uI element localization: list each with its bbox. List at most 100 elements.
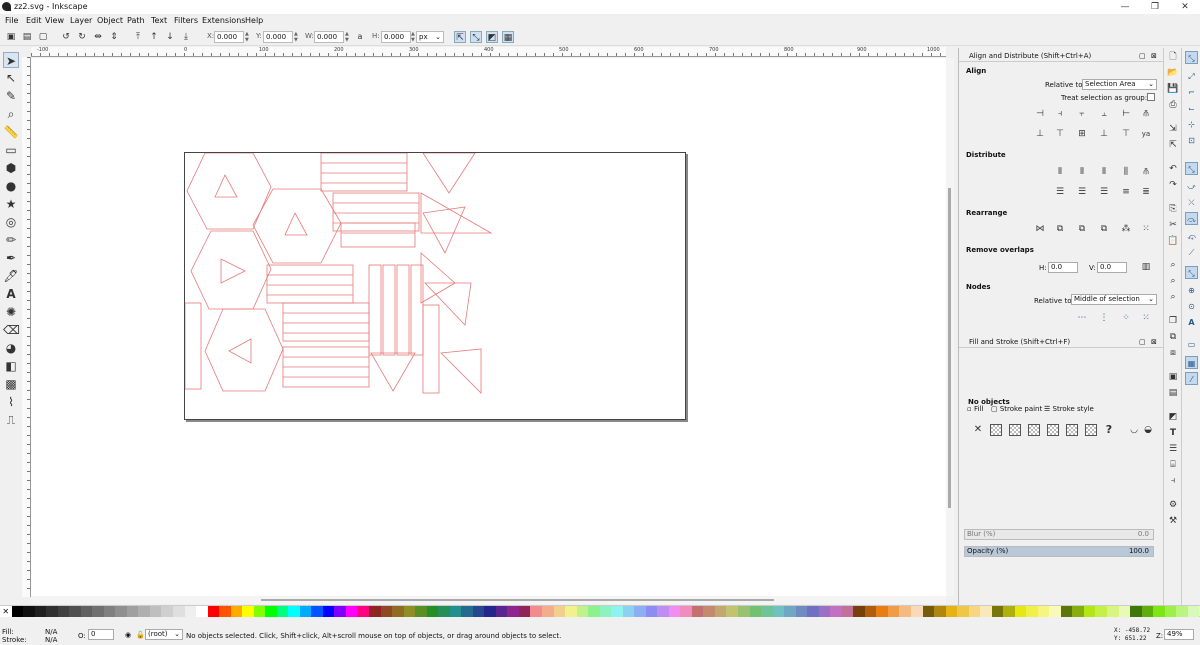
color-swatch[interactable] <box>726 606 738 617</box>
exchange-clockwise-icon[interactable]: ⧉ <box>1097 223 1111 235</box>
print-icon[interactable]: ⎙ <box>1167 99 1179 111</box>
color-swatch[interactable] <box>599 606 612 617</box>
color-swatch[interactable] <box>818 606 831 617</box>
color-swatch[interactable] <box>807 606 819 617</box>
color-swatch[interactable] <box>1153 606 1165 617</box>
remove-overlaps-icon[interactable]: ▥ <box>1139 261 1153 273</box>
flat-color-icon[interactable] <box>990 424 1002 436</box>
menu-object[interactable]: Object <box>97 16 123 25</box>
snap-bbox-corners-icon[interactable]: ⌙ <box>1185 102 1198 115</box>
color-swatch[interactable] <box>115 606 127 617</box>
snap-smooth-nodes-icon[interactable]: ⤽ <box>1185 230 1198 243</box>
move-patterns-toggle-icon[interactable]: ▦ <box>502 31 514 43</box>
distribute-centers-v-icon[interactable]: ☰ <box>1075 186 1089 198</box>
scroll-thumb[interactable] <box>948 188 951 508</box>
fill-rule-evenodd-icon[interactable]: ◡ <box>1127 424 1141 436</box>
color-swatch[interactable] <box>991 606 1004 617</box>
distribute-gaps-h-icon[interactable]: ⫼ <box>1119 166 1133 178</box>
color-swatch[interactable] <box>922 606 935 617</box>
ungroup-icon[interactable]: ▤ <box>1167 387 1179 399</box>
tab-fill[interactable]: ▫ Fill <box>967 405 983 413</box>
distribute-centers-h-icon[interactable]: ⫴ <box>1075 166 1089 178</box>
redo-icon[interactable]: ↷ <box>1167 179 1179 191</box>
color-swatch[interactable] <box>980 606 992 617</box>
dropper-tool-icon[interactable]: ⌇ <box>3 394 19 410</box>
exchange-positions-icon[interactable]: ⧉ <box>1053 223 1067 235</box>
snap-cusp-nodes-icon[interactable]: ⤼ <box>1185 212 1198 225</box>
zoom-input[interactable]: 49% <box>1164 629 1194 640</box>
color-swatch[interactable] <box>1130 606 1142 617</box>
color-swatch[interactable] <box>357 606 369 617</box>
color-swatch[interactable] <box>172 606 185 617</box>
import-icon[interactable]: ⇲ <box>1167 123 1179 135</box>
node-tool-icon[interactable]: ↖ <box>3 70 19 86</box>
y-input[interactable]: 0.000 <box>263 31 293 43</box>
distribute-nodes-v-icon[interactable]: ⁙ <box>1139 312 1153 324</box>
color-swatch[interactable] <box>69 606 81 617</box>
menu-text[interactable]: Text <box>151 16 167 25</box>
3d-box-tool-icon[interactable]: ⬢ <box>3 160 19 176</box>
color-swatch[interactable] <box>634 606 646 617</box>
lower-icon[interactable]: ↓ <box>164 31 176 43</box>
snap-grids-icon[interactable]: ▦ <box>1185 356 1198 369</box>
tweak-tool-icon[interactable]: ✎ <box>3 88 19 104</box>
color-swatch[interactable] <box>1107 606 1119 617</box>
y-spinner[interactable]: ▲ ▼ <box>294 31 299 43</box>
color-swatch[interactable] <box>1060 606 1073 617</box>
color-swatch[interactable] <box>495 606 508 617</box>
nodes-relative-select[interactable]: Middle of selection ⌄ <box>1071 294 1157 305</box>
measure-tool-icon[interactable]: 📏 <box>3 124 19 140</box>
lower-to-bottom-icon[interactable]: ⤓ <box>180 31 192 43</box>
menu-view[interactable]: View <box>45 16 64 25</box>
radial-gradient-icon[interactable] <box>1028 424 1040 436</box>
color-swatch[interactable] <box>207 606 220 617</box>
scale-corners-toggle-icon[interactable]: ⤡ <box>470 31 482 43</box>
color-swatch[interactable] <box>934 606 946 617</box>
text-dialog-icon[interactable]: T <box>1167 427 1179 439</box>
pen-tool-icon[interactable]: ✒ <box>3 250 19 266</box>
group-icon[interactable]: ▣ <box>1167 371 1179 383</box>
calligraphy-tool-icon[interactable]: 🖋 <box>3 268 19 284</box>
color-swatch[interactable] <box>830 606 842 617</box>
export-icon[interactable]: ⇱ <box>1167 139 1179 151</box>
save-document-icon[interactable]: 💾 <box>1167 83 1179 95</box>
color-swatch[interactable] <box>1141 606 1154 617</box>
color-swatch[interactable] <box>230 606 243 617</box>
color-swatch[interactable] <box>622 606 635 617</box>
menu-path[interactable]: Path <box>127 16 145 25</box>
align-right-to-left-icon[interactable]: ⊣ <box>1033 108 1047 120</box>
rectangle-tool-icon[interactable]: ▭ <box>3 142 19 158</box>
align-text-baseline-icon[interactable]: ya <box>1139 128 1153 140</box>
gradient-tool-icon[interactable]: ◧ <box>3 358 19 374</box>
color-swatch[interactable] <box>761 606 773 617</box>
paste-icon[interactable]: 📋 <box>1167 235 1179 247</box>
zoom-tool-icon[interactable]: ⌕ <box>3 106 19 122</box>
color-swatch[interactable] <box>1072 606 1084 617</box>
color-swatch[interactable] <box>657 606 669 617</box>
align-top-to-bottom-icon[interactable]: ⊤ <box>1119 128 1133 140</box>
color-swatch[interactable] <box>472 606 485 617</box>
snap-bbox-centers-icon[interactable]: ⊡ <box>1185 134 1198 147</box>
fill-stroke-dialog-icon[interactable]: ◩ <box>1167 411 1179 423</box>
color-swatch[interactable] <box>345 606 358 617</box>
align-right-icon[interactable]: ⫠ <box>1097 108 1111 120</box>
unlink-clone-icon[interactable]: ⧈ <box>1167 347 1179 359</box>
color-swatch[interactable] <box>149 606 162 617</box>
no-color-swatch[interactable]: ✕ <box>0 606 12 617</box>
snap-nodes-icon[interactable]: ⤡ <box>1185 162 1198 175</box>
layer-visibility-icon[interactable]: ◉ <box>125 631 131 639</box>
snap-text-baseline-icon[interactable]: A <box>1185 316 1198 329</box>
layer-lock-icon[interactable]: 🔓 <box>136 631 145 639</box>
xml-editor-icon[interactable]: ⌸ <box>1167 459 1179 471</box>
menu-help[interactable]: Help <box>245 16 263 25</box>
vertical-ruler[interactable] <box>22 57 31 597</box>
color-swatch[interactable] <box>576 606 589 617</box>
color-swatch[interactable] <box>703 606 715 617</box>
color-swatch[interactable] <box>265 606 277 617</box>
snap-toggle-icon[interactable]: ⤡ <box>1185 51 1198 64</box>
color-swatch[interactable] <box>957 606 969 617</box>
rotate-ccw-icon[interactable]: ↺ <box>60 31 72 43</box>
color-swatch[interactable] <box>853 606 865 617</box>
w-input[interactable]: 0.000 <box>314 31 344 43</box>
distribute-baselines-h-icon[interactable]: ⫚ <box>1139 166 1153 178</box>
